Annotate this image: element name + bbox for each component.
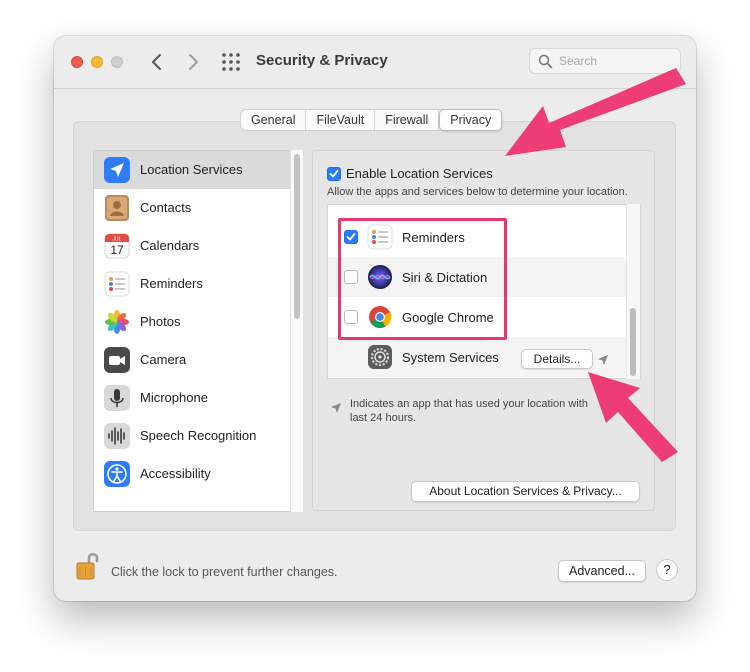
- chevron-right-icon: [189, 54, 198, 70]
- app-list-scroll-thumb[interactable]: [630, 308, 636, 376]
- sidebar-item-label: Speech Recognition: [140, 428, 257, 443]
- sidebar-item-contacts[interactable]: Contacts: [94, 189, 290, 227]
- sidebar-item-label: Microphone: [140, 390, 208, 405]
- app-location-list: Reminders Siri & Dictation Google Chrome…: [327, 204, 641, 379]
- app-icon: [368, 204, 392, 205]
- sidebar-item-camera[interactable]: Camera: [94, 341, 290, 379]
- reminders-icon: [367, 224, 393, 250]
- enable-location-checkbox[interactable]: [327, 167, 341, 181]
- list-item-partial: [328, 204, 628, 209]
- search-field[interactable]: Search: [529, 48, 681, 74]
- sidebar-item-label: Photos: [140, 314, 181, 329]
- tab-general[interactable]: General: [241, 110, 307, 132]
- app-checkbox[interactable]: [344, 230, 358, 244]
- details-button[interactable]: Details...: [521, 349, 593, 369]
- sidebar-item-location-services[interactable]: Location Services: [94, 151, 290, 189]
- app-checkbox[interactable]: [344, 310, 358, 324]
- minimize-button[interactable]: [91, 56, 103, 68]
- lock-message: Click the lock to prevent further change…: [111, 565, 338, 579]
- siri-icon: [368, 265, 392, 289]
- location-arrow-icon: [104, 157, 130, 183]
- calendar-month-text: JUL: [113, 237, 122, 243]
- about-location-privacy-button[interactable]: About Location Services & Privacy...: [411, 481, 640, 502]
- unlocked-padlock-icon[interactable]: [74, 550, 102, 582]
- tab-bar: General FileVault Firewall Privacy: [240, 109, 503, 132]
- search-placeholder: Search: [559, 54, 598, 68]
- enable-location-label[interactable]: Enable Location Services: [346, 166, 493, 181]
- note-line-2: last 24 hours.: [350, 412, 417, 424]
- photos-icon: [105, 310, 129, 334]
- gear-icon: [368, 345, 392, 369]
- sidebar-item-label: Calendars: [140, 238, 200, 253]
- sidebar-item-photos[interactable]: Photos: [94, 303, 290, 341]
- location-used-arrow-icon: [598, 355, 608, 365]
- speech-recognition-icon: [104, 423, 130, 449]
- list-item-google-chrome[interactable]: Google Chrome: [328, 297, 628, 337]
- grid-icon: [222, 53, 240, 71]
- sidebar-item-label: Contacts: [140, 200, 192, 215]
- search-icon: [538, 54, 553, 69]
- window-title: Security & Privacy: [256, 52, 388, 69]
- camera-icon: [104, 347, 130, 373]
- help-button[interactable]: ?: [656, 559, 678, 581]
- checkmark-icon: [329, 170, 339, 178]
- sidebar-scroll-thumb[interactable]: [294, 154, 300, 319]
- sidebar-item-reminders[interactable]: Reminders: [94, 265, 290, 303]
- sidebar-item-label: Reminders: [140, 276, 203, 291]
- checkmark-icon: [346, 233, 356, 241]
- list-item-reminders[interactable]: Reminders: [328, 217, 628, 257]
- advanced-button[interactable]: Advanced...: [558, 560, 646, 582]
- privacy-category-list: Location Services Contacts JUL 17 Calend…: [93, 150, 303, 512]
- show-all-button[interactable]: [220, 51, 242, 73]
- accessibility-icon: [104, 461, 130, 487]
- sidebar-item-microphone[interactable]: Microphone: [94, 379, 290, 417]
- location-indicator-note: Indicates an app that has used your loca…: [350, 397, 610, 425]
- app-label: System Services: [402, 350, 499, 365]
- microphone-icon: [104, 385, 130, 411]
- app-label: Reminders: [402, 230, 465, 245]
- app-label: Google Chrome: [402, 310, 494, 325]
- sidebar-item-label: Accessibility: [140, 466, 211, 481]
- title-bar: Security & Privacy Search: [54, 36, 696, 89]
- tab-filevault[interactable]: FileVault: [306, 110, 376, 132]
- app-label: Siri & Dictation: [402, 270, 488, 285]
- note-line-1: Indicates an app that has used your loca…: [350, 398, 588, 410]
- close-button[interactable]: [71, 56, 83, 68]
- back-button[interactable]: [145, 49, 171, 75]
- calendar-icon: JUL 17: [104, 233, 130, 259]
- app-checkbox[interactable]: [344, 270, 358, 284]
- sidebar-item-speech-recognition[interactable]: Speech Recognition: [94, 417, 290, 455]
- sidebar-item-label: Location Services: [140, 162, 243, 177]
- sidebar-item-calendars[interactable]: JUL 17 Calendars: [94, 227, 290, 265]
- chevron-left-icon: [152, 54, 161, 70]
- zoom-button[interactable]: [111, 56, 123, 68]
- sidebar-item-label: Camera: [140, 352, 187, 367]
- forward-button[interactable]: [180, 49, 206, 75]
- list-item-siri[interactable]: Siri & Dictation: [328, 257, 628, 297]
- chrome-icon: [369, 306, 392, 328]
- security-privacy-window: Security & Privacy Search General FileVa…: [54, 36, 696, 601]
- tab-privacy[interactable]: Privacy: [439, 109, 503, 131]
- location-description: Allow the apps and services below to det…: [327, 186, 628, 198]
- reminders-icon: [104, 271, 130, 297]
- calendar-day-text: 17: [110, 243, 124, 257]
- tab-firewall[interactable]: Firewall: [375, 110, 440, 132]
- sidebar-item-accessibility[interactable]: Accessibility: [94, 455, 290, 493]
- contacts-icon: [105, 195, 129, 221]
- location-indicator-icon: [331, 403, 341, 413]
